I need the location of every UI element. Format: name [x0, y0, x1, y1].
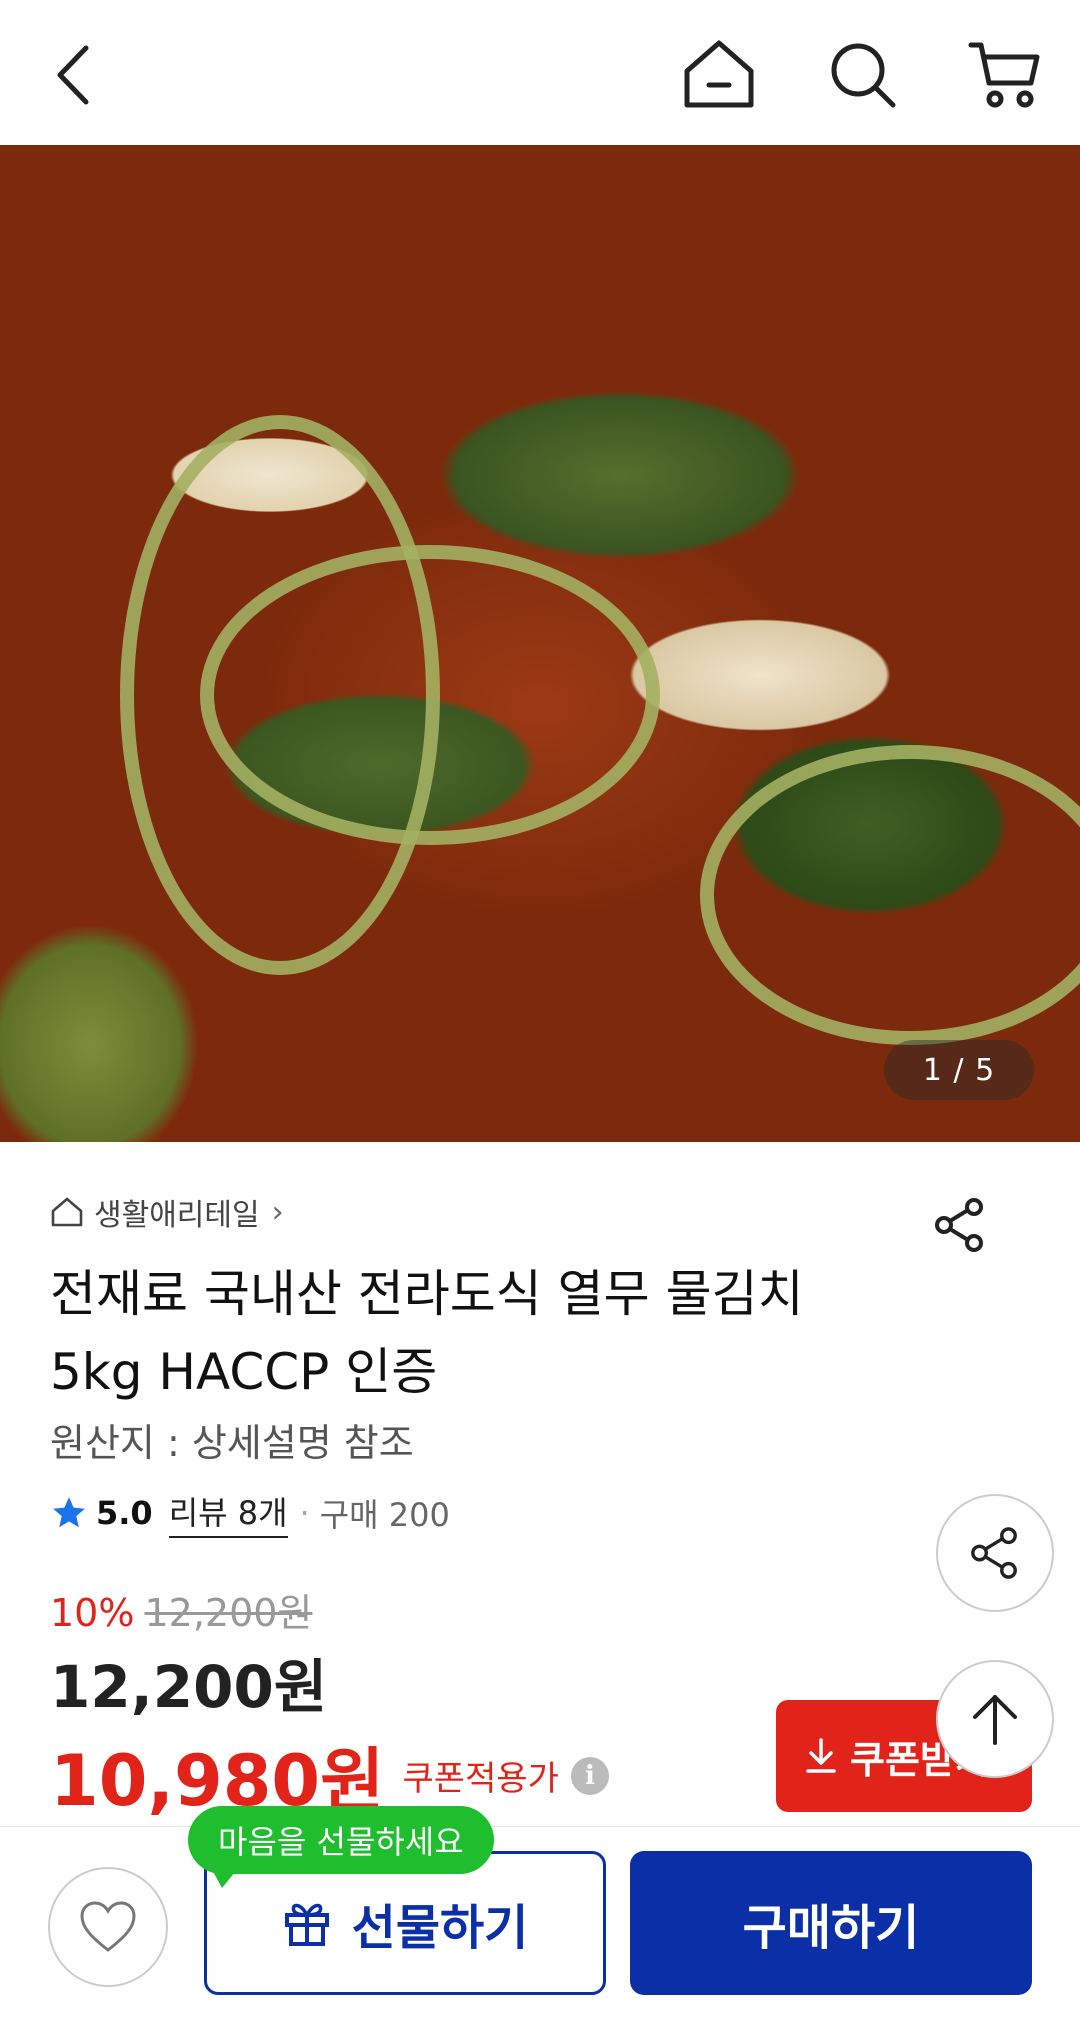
- buy-button[interactable]: 구매하기: [630, 1851, 1032, 1995]
- home-small-icon: [51, 1197, 83, 1227]
- gift-icon: [284, 1903, 329, 1946]
- star-icon: [53, 1497, 85, 1528]
- review-count-link[interactable]: 리뷰 8개: [168, 1488, 288, 1538]
- bottom-action-bar: 선물하기 구매하기: [0, 1826, 1080, 2020]
- top-navigation-bar: [0, 0, 1080, 145]
- share-icon: [971, 1527, 1017, 1579]
- search-icon[interactable]: [818, 30, 908, 120]
- bubble-tail: [210, 1866, 240, 1888]
- heart-icon: [80, 1901, 136, 1952]
- separator-dot: ·: [299, 1494, 310, 1532]
- sale-price: 12,200원: [50, 1653, 328, 1721]
- rating-score: 5.0: [96, 1494, 153, 1532]
- image-detail: [700, 745, 1080, 1045]
- image-detail: [200, 545, 660, 845]
- wishlist-button[interactable]: [48, 1867, 168, 1987]
- discount-row: 10% 12,200원: [50, 1582, 312, 1637]
- gift-button-label: 선물하기: [351, 1900, 529, 1956]
- back-arrow-icon[interactable]: [28, 30, 118, 120]
- download-icon: [806, 1738, 836, 1773]
- arrow-up-icon: [973, 1695, 1017, 1745]
- coupon-price-label: 쿠폰적용가: [402, 1759, 559, 1799]
- share-icon[interactable]: [925, 1190, 995, 1260]
- original-price: 12,200원: [144, 1591, 313, 1635]
- product-title: 전재료 국내산 전라도식 열무 물김치 5kg HACCP 인증: [50, 1265, 804, 1401]
- product-image-carousel[interactable]: 1 / 5: [0, 145, 1080, 1142]
- gift-promo-bubble: 마음을 선물하세요: [188, 1806, 494, 1874]
- floating-share-button[interactable]: [936, 1494, 1054, 1612]
- category-breadcrumb[interactable]: 생활애리테일 ›: [50, 1190, 1050, 1234]
- category-label: 생활애리테일: [94, 1198, 260, 1233]
- home-icon[interactable]: [674, 30, 764, 120]
- cart-icon[interactable]: [960, 30, 1050, 120]
- purchase-count: 구매 200: [319, 1496, 450, 1534]
- info-icon[interactable]: i: [570, 1756, 609, 1795]
- origin-text: 원산지 : 상세설명 참조: [50, 1421, 414, 1465]
- image-counter: 1 / 5: [884, 1040, 1034, 1100]
- discount-percent: 10%: [50, 1591, 135, 1635]
- scroll-to-top-button[interactable]: [936, 1660, 1054, 1778]
- chevron-right-icon: ›: [271, 1194, 284, 1230]
- rating-row: 5.0 리뷰 8개 · 구매 200: [50, 1488, 450, 1538]
